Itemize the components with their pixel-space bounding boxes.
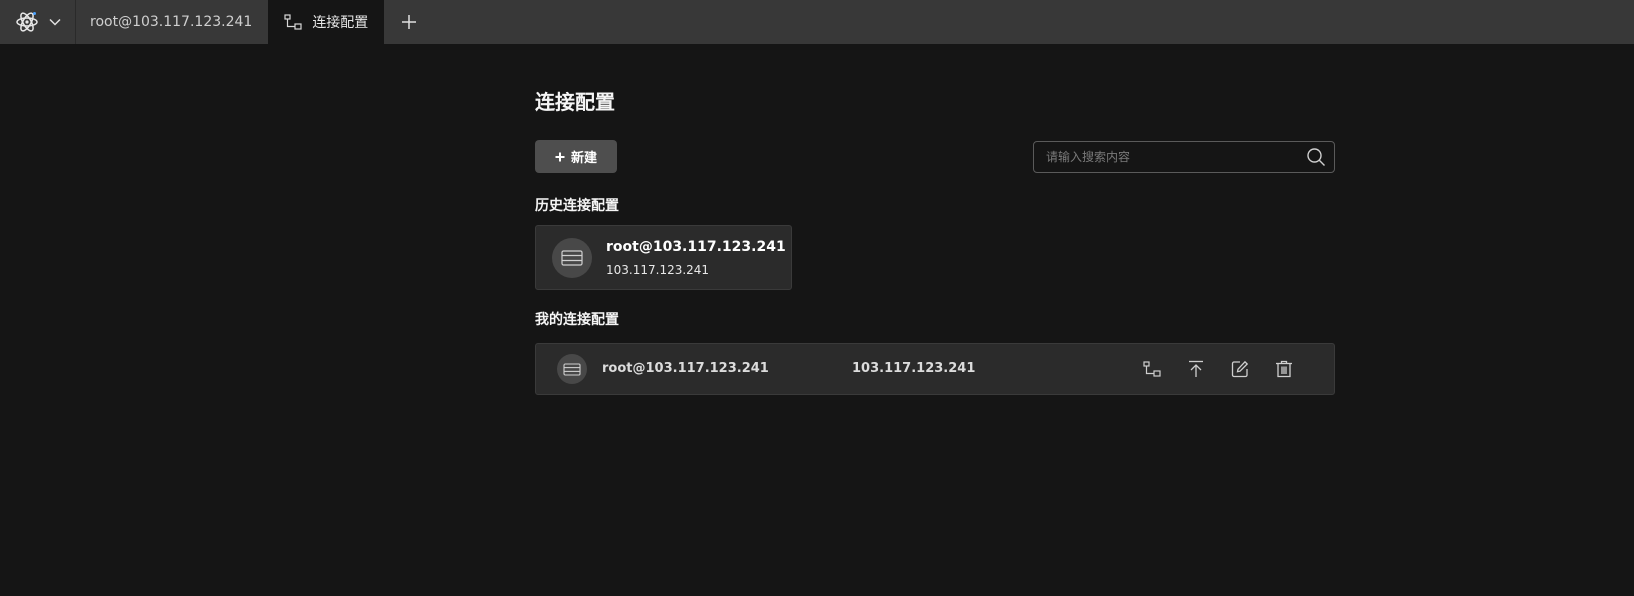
trash-icon[interactable] <box>1273 358 1295 380</box>
connection-name: root@103.117.123.241 <box>602 361 769 376</box>
edit-icon[interactable] <box>1229 358 1251 380</box>
tab-connection-config[interactable]: 连接配置 <box>268 0 385 44</box>
history-section-title: 历史连接配置 <box>535 198 619 214</box>
plus-icon <box>401 14 417 30</box>
search-input[interactable] <box>1044 149 1306 165</box>
tab-label: root@103.117.123.241 <box>90 14 253 30</box>
my-connections-section-title: 我的连接配置 <box>535 312 619 328</box>
upload-icon[interactable] <box>1185 358 1207 380</box>
app-menu-button[interactable] <box>0 0 76 44</box>
network-icon[interactable] <box>1141 358 1163 380</box>
page-title: 连接配置 <box>535 90 615 114</box>
new-connection-button[interactable]: 新建 <box>535 140 617 173</box>
tab-session[interactable]: root@103.117.123.241 <box>76 0 268 44</box>
plus-icon <box>555 152 565 162</box>
atom-icon <box>15 10 39 34</box>
add-tab-button[interactable] <box>384 0 434 44</box>
table-row[interactable]: root@103.117.123.241 103.117.123.241 <box>535 343 1335 395</box>
network-icon <box>284 14 302 30</box>
tab-label: 连接配置 <box>312 15 369 31</box>
connection-host: 103.117.123.241 <box>852 361 976 376</box>
avatar <box>552 237 592 278</box>
connection-name: root@103.117.123.241 <box>606 238 786 255</box>
tab-bar: root@103.117.123.241 连接配置 <box>0 0 1634 44</box>
search-icon[interactable] <box>1306 147 1326 167</box>
new-button-label: 新建 <box>570 151 597 166</box>
server-icon <box>563 362 581 376</box>
chevron-down-icon <box>48 18 61 26</box>
history-connection-card[interactable]: root@103.117.123.241 103.117.123.241 <box>535 225 792 290</box>
search-box <box>1033 141 1335 173</box>
row-actions <box>1141 358 1295 380</box>
server-icon <box>561 249 583 266</box>
connection-host: 103.117.123.241 <box>606 262 710 277</box>
avatar <box>557 354 587 384</box>
